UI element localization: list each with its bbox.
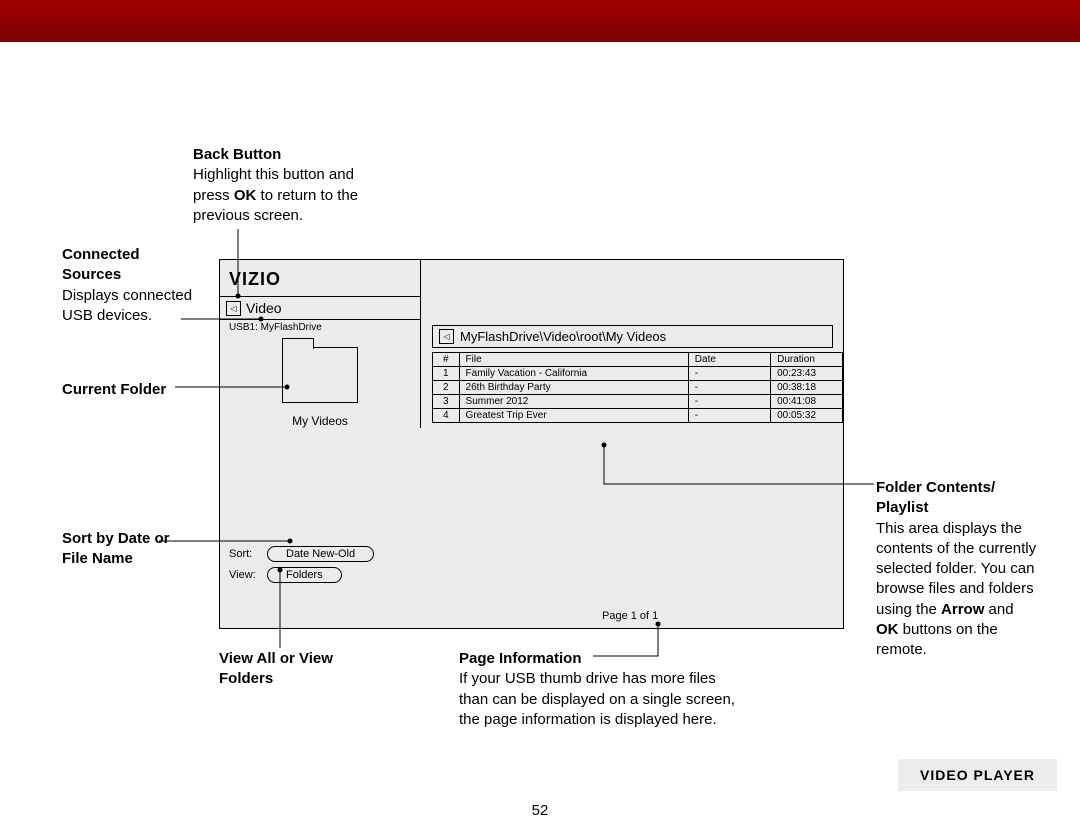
callout-folder-contents-title: Folder Contents/ Playlist <box>876 479 995 516</box>
callout-sort-title: Sort by Date or File Name <box>62 530 170 567</box>
sort-label: Sort: <box>229 548 267 560</box>
cell-date: - <box>688 395 770 409</box>
table-header-row: # File Date Duration <box>433 353 843 367</box>
callout-view: View All or View Folders <box>219 649 369 690</box>
callout-page-info-title: Page Information <box>459 650 582 667</box>
breadcrumb-path: MyFlashDrive\Video\root\My Videos <box>460 329 666 344</box>
cell-duration: 00:05:32 <box>771 409 843 423</box>
table-row[interactable]: 226th Birthday Party-00:38:18 <box>433 381 843 395</box>
left-panel: VIZIO Video USB1: MyFlashDrive My Videos <box>220 260 421 428</box>
callout-folder-contents-ok: OK <box>876 621 899 638</box>
cell-date: - <box>688 381 770 395</box>
th-date: Date <box>688 353 770 367</box>
th-num: # <box>433 353 460 367</box>
usb-source-label[interactable]: USB1: MyFlashDrive <box>220 320 420 339</box>
callout-folder-contents-arrow: Arrow <box>941 601 984 618</box>
section-label: VIDEO PLAYER <box>898 759 1057 791</box>
cell-date: - <box>688 367 770 381</box>
callout-page-info: Page Information If your USB thumb drive… <box>459 649 739 730</box>
sort-value-pill[interactable]: Date New-Old <box>267 546 374 562</box>
breadcrumb-back-icon[interactable] <box>439 329 454 344</box>
cell-num: 1 <box>433 367 460 381</box>
cell-file: Family Vacation - California <box>459 367 688 381</box>
header-red-bar <box>0 0 1080 42</box>
callout-page-info-body: If your USB thumb drive has more files t… <box>459 670 735 728</box>
cell-duration: 00:38:18 <box>771 381 843 395</box>
th-file: File <box>459 353 688 367</box>
page-number: 52 <box>0 802 1080 819</box>
page-info-text: Page 1 of 1 <box>602 610 658 622</box>
sort-row: Sort: Date New-Old <box>229 546 412 562</box>
callout-connected-sources-body: Displays connected USB devices. <box>62 287 192 324</box>
cell-num: 2 <box>433 381 460 395</box>
table-row[interactable]: 4Greatest Trip Ever-00:05:32 <box>433 409 843 423</box>
cell-duration: 00:23:43 <box>771 367 843 381</box>
view-value-pill[interactable]: Folders <box>267 567 342 583</box>
callout-folder-contents-and: and <box>984 601 1013 618</box>
view-row: View: Folders <box>229 567 412 583</box>
sort-view-controls: Sort: Date New-Old View: Folders <box>229 546 412 588</box>
table-row[interactable]: 1Family Vacation - California-00:23:43 <box>433 367 843 381</box>
breadcrumb-bar[interactable]: MyFlashDrive\Video\root\My Videos <box>432 325 833 348</box>
folder-icon <box>282 347 358 403</box>
cell-file: Summer 2012 <box>459 395 688 409</box>
video-tab[interactable]: Video <box>220 296 420 320</box>
current-folder-name: My Videos <box>220 410 420 428</box>
callout-current-folder-title: Current Folder <box>62 381 166 398</box>
video-tab-label: Video <box>246 300 282 316</box>
view-label: View: <box>229 569 267 581</box>
callout-folder-contents: Folder Contents/ Playlist This area disp… <box>876 478 1038 660</box>
callout-connected-sources-title: Connected Sources <box>62 246 140 283</box>
th-duration: Duration <box>771 353 843 367</box>
cell-num: 3 <box>433 395 460 409</box>
device-screenshot: VIZIO Video USB1: MyFlashDrive My Videos… <box>219 259 844 629</box>
back-icon[interactable] <box>226 301 241 316</box>
cell-duration: 00:41:08 <box>771 395 843 409</box>
callout-back-button-ok: OK <box>234 187 257 204</box>
table-row[interactable]: 3Summer 2012-00:41:08 <box>433 395 843 409</box>
callout-connected-sources: Connected Sources Displays connected USB… <box>62 245 202 326</box>
cell-file: 26th Birthday Party <box>459 381 688 395</box>
current-folder-icon-wrap <box>220 339 420 410</box>
vizio-logo: VIZIO <box>220 260 420 296</box>
callout-view-title: View All or View Folders <box>219 650 333 687</box>
callout-sort: Sort by Date or File Name <box>62 529 192 570</box>
cell-file: Greatest Trip Ever <box>459 409 688 423</box>
callout-back-button: Back Button Highlight this button and pr… <box>193 145 393 226</box>
file-table: # File Date Duration 1Family Vacation - … <box>432 352 843 423</box>
cell-date: - <box>688 409 770 423</box>
cell-num: 4 <box>433 409 460 423</box>
callout-current-folder: Current Folder <box>62 380 166 400</box>
callout-back-button-title: Back Button <box>193 146 281 163</box>
